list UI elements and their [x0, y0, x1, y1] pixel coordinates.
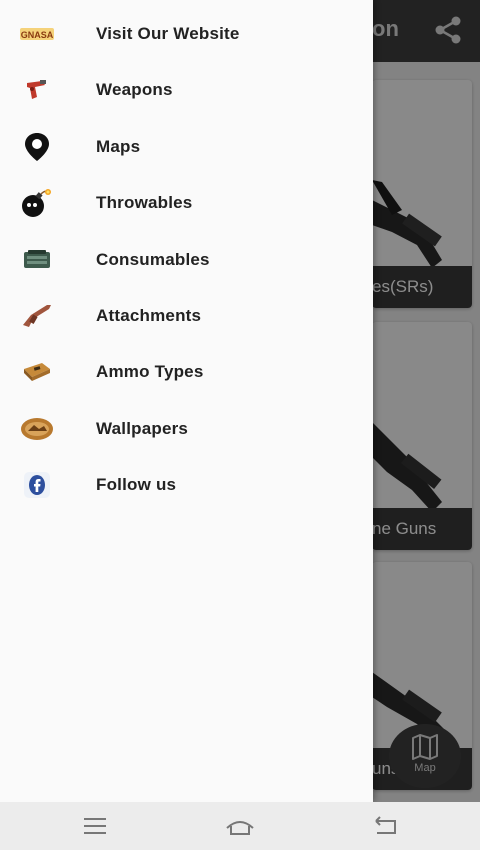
drawer-item-consumables[interactable]: Consumables: [0, 232, 373, 288]
bomb-icon: [20, 187, 54, 219]
drawer-item-label: Ammo Types: [96, 362, 204, 381]
back-icon[interactable]: [373, 814, 399, 838]
drawer-item-label: Maps: [96, 137, 141, 156]
website-logo-icon: GNASA: [20, 18, 54, 50]
system-navigation-bar: [0, 802, 480, 850]
drawer-item-weapons[interactable]: Weapons: [0, 62, 373, 118]
med-kit-icon: [20, 244, 54, 276]
drawer-item-follow-us[interactable]: Follow us: [0, 457, 373, 513]
drawer-item-label: Throwables: [96, 193, 193, 212]
drawer-item-label: Weapons: [96, 80, 173, 99]
drawer-item-throwables[interactable]: Throwables: [0, 175, 373, 231]
menu-icon[interactable]: [82, 814, 108, 838]
attachment-icon: [20, 300, 54, 332]
flare-gun-icon: [20, 74, 54, 106]
drawer-item-attachments[interactable]: Attachments: [0, 288, 373, 344]
drawer-item-label: Wallpapers: [96, 419, 189, 438]
drawer-item-maps[interactable]: Maps: [0, 119, 373, 175]
drawer-item-label: Visit Our Website: [96, 24, 240, 43]
navigation-drawer: GNASA Visit Our Website Weapons Maps Thr…: [0, 0, 373, 802]
svg-text:GNASA: GNASA: [21, 30, 54, 40]
facebook-icon: [20, 469, 54, 501]
drawer-item-label: Attachments: [96, 306, 202, 325]
ammo-box-icon: [20, 356, 54, 388]
home-icon[interactable]: [224, 814, 256, 838]
drawer-item-wallpapers[interactable]: Wallpapers: [0, 401, 373, 457]
drawer-item-ammo-types[interactable]: Ammo Types: [0, 344, 373, 400]
drawer-item-label: Consumables: [96, 250, 210, 269]
drawer-item-visit-website[interactable]: GNASA Visit Our Website: [0, 6, 373, 62]
map-pin-icon: [20, 131, 54, 163]
wallpaper-icon: [20, 413, 54, 445]
drawer-item-label: Follow us: [96, 475, 177, 494]
